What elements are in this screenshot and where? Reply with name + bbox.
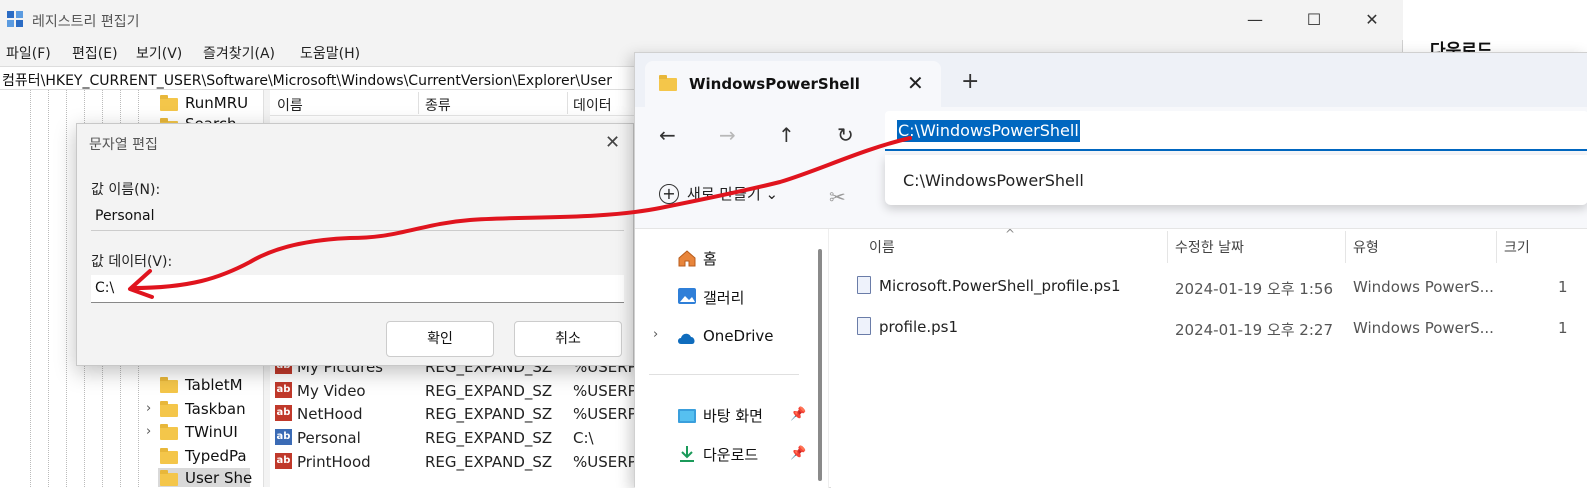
navigation-pane: 홈 갤러리 › OneDrive 바탕 화면 📌 다운로드 📌 — [635, 229, 829, 488]
column-data[interactable]: 데이터 — [573, 95, 612, 115]
file-explorer-window: WindowsPowerShell ✕ + ← → ↑ ↻ + 새로 만들기 ⌄ … — [634, 52, 1587, 488]
string-value-icon: ab — [275, 429, 292, 445]
column-size[interactable]: 크기 — [1504, 237, 1530, 257]
powershell-script-icon — [857, 276, 871, 294]
string-value-icon: ab — [275, 453, 292, 469]
folder-icon — [160, 377, 178, 393]
folder-icon — [160, 448, 178, 464]
sort-ascending-icon: ^ — [1005, 227, 1016, 241]
nav-downloads[interactable]: 다운로드 — [703, 444, 758, 465]
downloads-header: 다운로드 — [1404, 0, 1587, 61]
value-name-label: 값 이름(N): — [91, 182, 161, 198]
address-path: 컴퓨터\HKEY_CURRENT_USER\Software\Microsoft… — [2, 73, 613, 89]
values-header: 이름 종류 데이터 — [270, 90, 650, 116]
folder-icon — [160, 95, 178, 111]
folder-icon — [160, 470, 178, 486]
cut-icon[interactable]: ✂ — [829, 185, 846, 209]
value-data-input[interactable]: C:\ — [91, 275, 624, 303]
title-bar: 레지스트리 편집기 — ☐ ✕ — [0, 0, 1403, 40]
column-date[interactable]: 수정한 날짜 — [1175, 237, 1244, 257]
ok-button[interactable]: 확인 — [386, 321, 494, 357]
tree-item-twinui[interactable]: TWinUI — [185, 423, 238, 441]
tab-windowspowershell[interactable]: WindowsPowerShell ✕ — [645, 61, 941, 107]
folder-icon — [160, 401, 178, 417]
gallery-icon — [678, 288, 696, 304]
close-button[interactable]: ✕ — [1349, 6, 1395, 34]
forward-arrow-icon[interactable]: → — [719, 123, 736, 147]
menu-favorites[interactable]: 즐겨찾기(A) — [203, 43, 275, 63]
up-arrow-icon[interactable]: ↑ — [778, 123, 795, 147]
address-input[interactable]: C:\WindowsPowerShell — [885, 111, 1587, 151]
minimize-button[interactable]: — — [1232, 6, 1278, 34]
column-name[interactable]: 이름 — [869, 237, 895, 257]
edit-string-dialog: 문자열 편집 ✕ 값 이름(N): Personal 값 데이터(V): C:\… — [76, 123, 634, 366]
address-selected-text: C:\WindowsPowerShell — [897, 120, 1080, 142]
menu-edit[interactable]: 편집(E) — [72, 43, 118, 63]
scrollbar[interactable] — [818, 249, 822, 481]
column-type[interactable]: 유형 — [1353, 237, 1379, 257]
download-icon — [680, 446, 694, 462]
nav-home[interactable]: 홈 — [703, 248, 717, 269]
file-list: 이름 ^ 수정한 날짜 유형 크기 Microsoft.PowerShell_p… — [831, 227, 1587, 488]
nav-onedrive[interactable]: OneDrive — [703, 327, 774, 345]
desktop-icon — [678, 409, 696, 423]
string-value-icon: ab — [275, 382, 292, 398]
plus-circle-icon: + — [659, 184, 679, 204]
home-icon — [678, 250, 696, 267]
string-value-icon: ab — [275, 405, 292, 421]
nav-gallery[interactable]: 갤러리 — [703, 287, 744, 308]
value-row[interactable]: ab My Video REG_EXPAND_SZ %USERPF — [270, 379, 650, 402]
value-row[interactable]: ab NetHood REG_EXPAND_SZ %USERPF — [270, 402, 650, 425]
tree-item-runmru[interactable]: RunMRU — [185, 94, 248, 112]
folder-icon — [659, 75, 677, 91]
tree-item-tabletm[interactable]: TabletM — [185, 376, 243, 394]
column-type[interactable]: 종류 — [425, 95, 451, 115]
back-arrow-icon[interactable]: ← — [659, 123, 676, 147]
window-title: 레지스트리 편집기 — [32, 14, 140, 30]
tree-item-taskband[interactable]: Taskban — [185, 400, 246, 418]
expand-chevron-icon[interactable]: › — [653, 327, 658, 342]
nav-desktop[interactable]: 바탕 화면 — [703, 405, 763, 426]
menu-view[interactable]: 보기(V) — [136, 43, 182, 63]
address-suggestion[interactable]: C:\WindowsPowerShell — [885, 155, 1587, 205]
onedrive-cloud-icon — [678, 333, 695, 344]
column-name[interactable]: 이름 — [277, 95, 303, 115]
registry-icon — [7, 11, 23, 27]
value-row[interactable]: ab PrintHood REG_EXPAND_SZ %USERPF — [270, 450, 650, 473]
tab-close-icon[interactable]: ✕ — [907, 71, 924, 95]
pin-icon[interactable]: 📌 — [790, 407, 806, 422]
maximize-button[interactable]: ☐ — [1291, 6, 1337, 34]
value-row-selected[interactable]: ab Personal REG_EXPAND_SZ C:\ — [270, 426, 650, 449]
menu-file[interactable]: 파일(F) — [6, 43, 51, 63]
value-name-field: Personal — [91, 203, 624, 231]
new-tab-icon[interactable]: + — [961, 69, 979, 94]
pin-icon[interactable]: 📌 — [790, 446, 806, 461]
value-data-label: 값 데이터(V): — [91, 254, 173, 270]
cancel-button[interactable]: 취소 — [514, 321, 622, 357]
tab-title: WindowsPowerShell — [689, 75, 860, 93]
menu-help[interactable]: 도움말(H) — [300, 43, 360, 63]
dialog-title: 문자열 편집 — [89, 137, 158, 153]
tab-bar: WindowsPowerShell ✕ + — [635, 53, 1587, 107]
expand-chevron-icon[interactable]: › — [146, 401, 151, 416]
tree-item-user-shell-folders[interactable]: User She — [185, 469, 252, 487]
dialog-close-icon[interactable]: ✕ — [605, 132, 620, 153]
folder-icon — [160, 424, 178, 440]
expand-chevron-icon[interactable]: › — [146, 424, 151, 439]
new-button[interactable]: + 새로 만들기 ⌄ — [659, 183, 778, 204]
refresh-icon[interactable]: ↻ — [837, 123, 854, 147]
powershell-script-icon — [857, 317, 871, 335]
tree-item-typedpaths[interactable]: TypedPa — [185, 447, 247, 465]
